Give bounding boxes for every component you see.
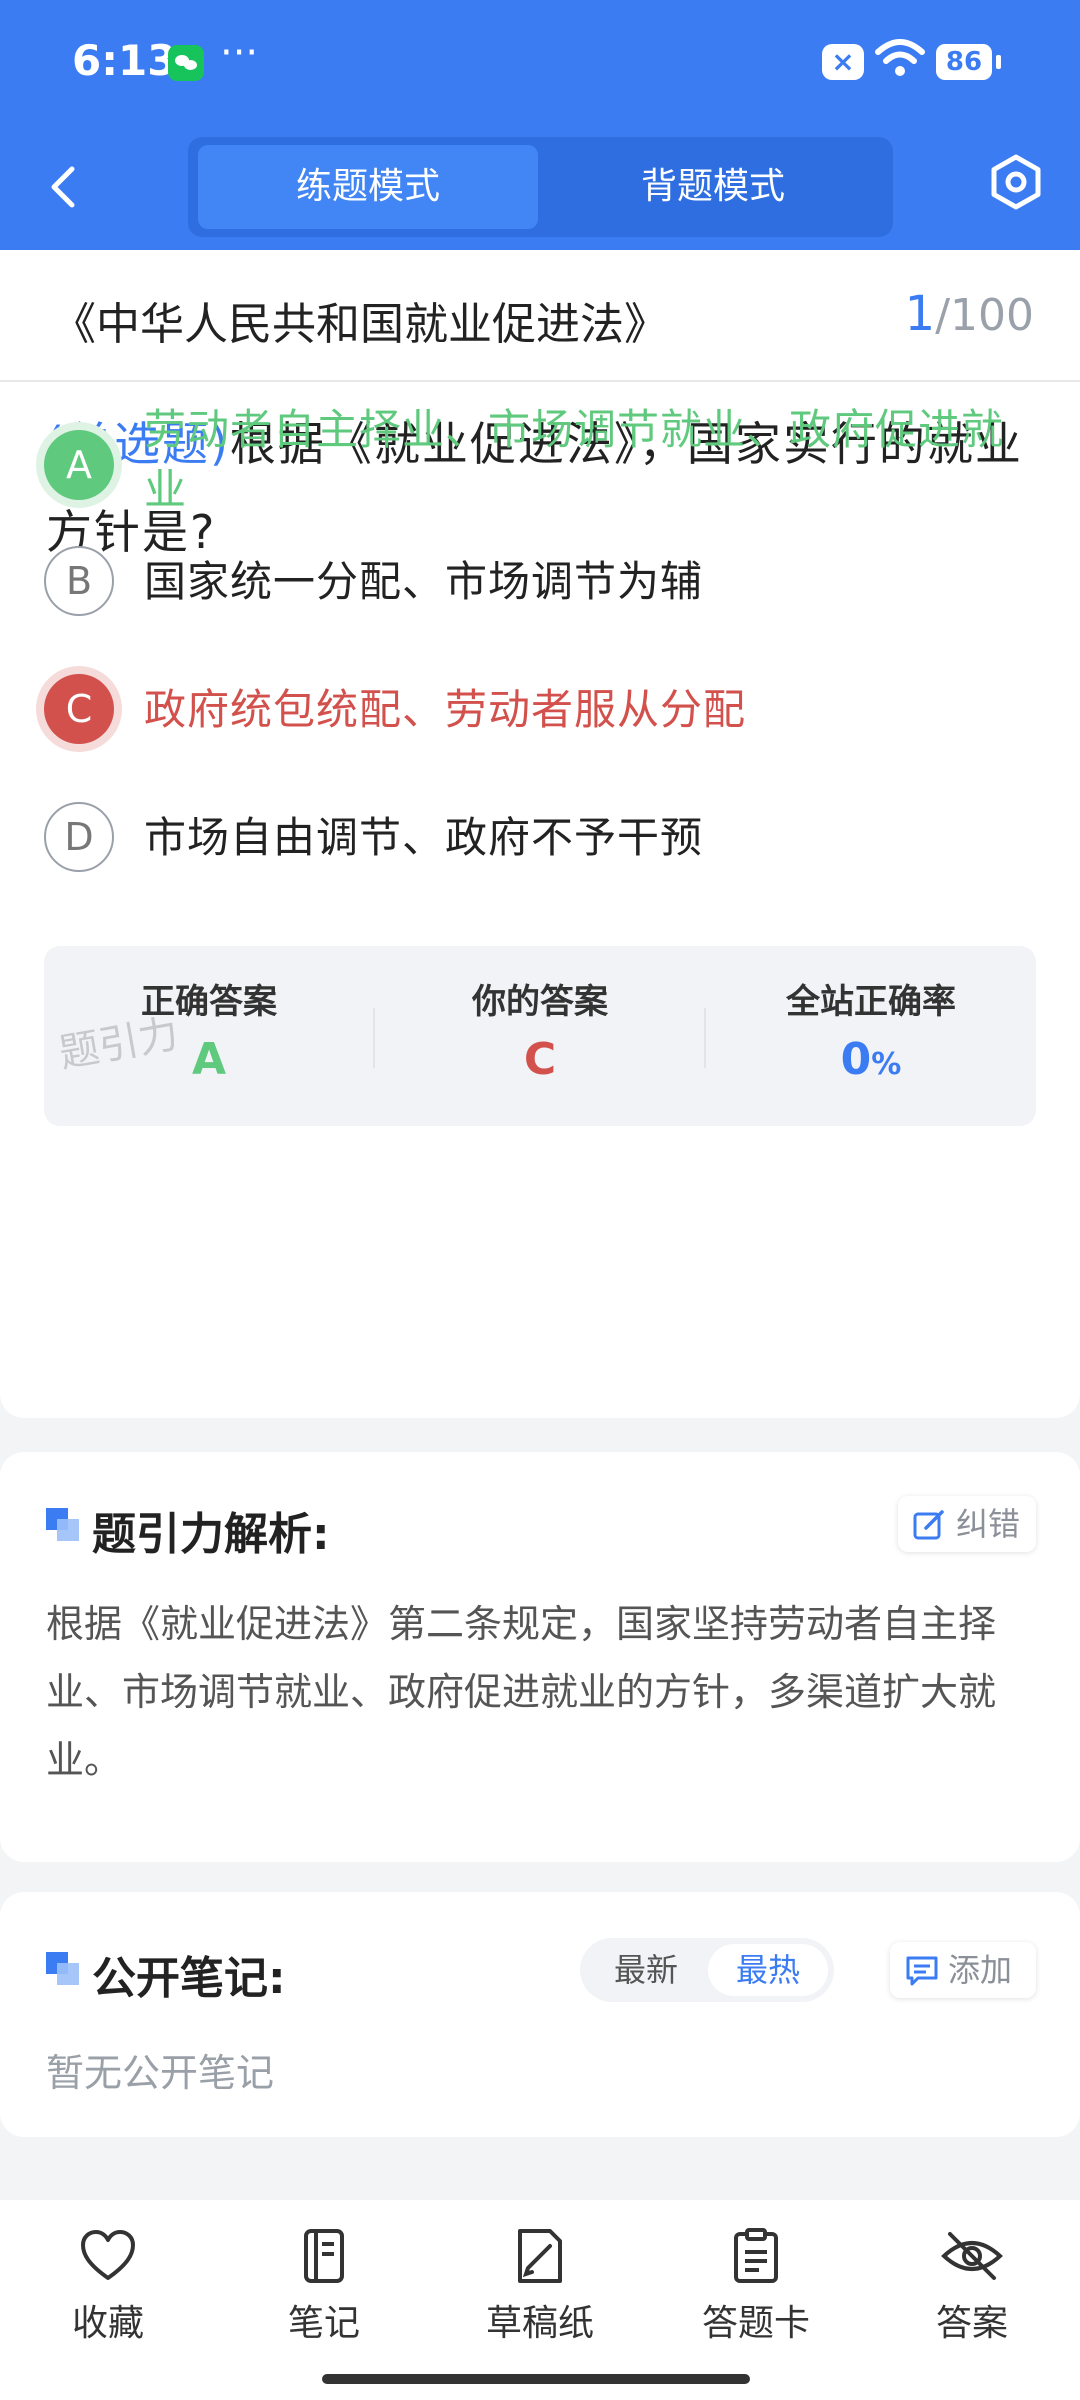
- show-answer-label: 答案: [935, 2303, 1008, 2344]
- option-d[interactable]: D 市场自由调节、政府不予干预: [40, 802, 1040, 882]
- site-accuracy-number: 0: [840, 1034, 872, 1085]
- question-card: 《中华人民共和国就业促进法》 1/100 (单选题)根据《就业促进法》，国家实行…: [0, 250, 1080, 1418]
- section-icon: [46, 1952, 80, 1986]
- battery-tip: [996, 55, 1001, 69]
- report-error-button[interactable]: 纠错: [898, 1496, 1036, 1552]
- chapter-header: 《中华人民共和国就业促进法》 1/100: [0, 250, 1080, 382]
- settings-icon[interactable]: [986, 152, 1046, 212]
- current-question-number: 1: [904, 286, 936, 342]
- notes-button[interactable]: 笔记: [244, 2228, 404, 2346]
- favorite-button[interactable]: 收藏: [28, 2228, 188, 2346]
- site-accuracy-value: 0%: [706, 1034, 1036, 1085]
- chapter-title: 《中华人民共和国就业促进法》: [52, 299, 668, 350]
- add-note-label: 添加: [948, 1951, 1013, 1989]
- comment-icon: [906, 1956, 938, 1986]
- no-sim-icon: ×: [822, 44, 864, 80]
- section-icon: [46, 1508, 80, 1542]
- wifi-icon: [875, 39, 925, 76]
- more-notifications-indicator: ···: [220, 30, 259, 76]
- home-indicator[interactable]: [322, 2374, 750, 2384]
- question-counter: 1/100: [905, 286, 1034, 342]
- option-letter: D: [44, 802, 114, 872]
- scratch-paper-label: 草稿纸: [485, 2303, 594, 2344]
- answer-sheet-label: 答题卡: [701, 2303, 810, 2344]
- eye-off-icon: [941, 2232, 1003, 2280]
- answer-sheet-button[interactable]: 答题卡: [676, 2228, 836, 2346]
- option-text: 国家统一分配、市场调节为辅: [144, 557, 704, 606]
- total-questions: /100: [935, 290, 1034, 341]
- draft-paper-icon: [518, 2229, 562, 2283]
- battery-icon: 86: [936, 44, 992, 80]
- option-text: 市场自由调节、政府不予干预: [144, 813, 704, 862]
- bottom-toolbar: 收藏 笔记 草稿纸 答题卡 答案: [0, 2200, 1080, 2400]
- your-answer-label: 你的答案: [472, 982, 608, 1022]
- tab-practice-mode[interactable]: 练题模式: [198, 145, 538, 229]
- answer-stats: 正确答案 A 你的答案 C 全站正确率 0%: [44, 946, 1036, 1126]
- your-answer-stat: 你的答案 C: [375, 946, 705, 1126]
- your-answer-value: C: [523, 1034, 557, 1085]
- tab-memorize-mode[interactable]: 背题模式: [543, 145, 883, 229]
- notes-empty-text: 暂无公开笔记: [46, 2051, 275, 2095]
- option-letter: A: [44, 430, 114, 500]
- notes-title: 公开笔记:: [92, 1953, 286, 2004]
- option-b[interactable]: B 国家统一分配、市场调节为辅: [40, 546, 1040, 626]
- status-time: 6:13: [72, 36, 177, 85]
- mode-switch: 练题模式 背题模式: [188, 137, 893, 237]
- clipboard-icon: [734, 2228, 778, 2283]
- favorite-label: 收藏: [71, 2303, 144, 2344]
- sort-hottest[interactable]: 最热: [708, 1944, 828, 1996]
- option-a[interactable]: A 劳动者自主择业、市场调节就业、政府促进就业: [40, 405, 1040, 532]
- option-text: 政府统包统配、劳动者服从分配: [144, 685, 747, 734]
- option-text: 劳动者自主择业、市场调节就业、政府促进就业: [144, 405, 1005, 514]
- scratch-paper-button[interactable]: 草稿纸: [460, 2228, 620, 2346]
- show-answer-button[interactable]: 答案: [892, 2228, 1052, 2346]
- analysis-text: 根据《就业促进法》第二条规定，国家坚持劳动者自主择业、市场调节就业、政府促进就业…: [46, 1602, 997, 1782]
- notes-card: 公开笔记: 最新 最热 添加 暂无公开笔记: [0, 1892, 1080, 2137]
- option-letter: B: [44, 546, 114, 616]
- analysis-card: 题引力解析: 纠错 根据《就业促进法》第二条规定，国家坚持劳动者自主择业、市场调…: [0, 1452, 1080, 1862]
- back-arrow-icon[interactable]: [40, 157, 90, 217]
- add-note-button[interactable]: 添加: [890, 1942, 1036, 1998]
- status-bar: 6:13 ··· × 86: [0, 0, 1080, 125]
- site-accuracy-stat: 全站正确率 0%: [706, 946, 1036, 1126]
- wechat-icon: [168, 45, 204, 81]
- notes-sort-toggle: 最新 最热: [580, 1938, 834, 2002]
- top-nav: 练题模式 背题模式: [0, 125, 1080, 250]
- heart-icon: [81, 2230, 135, 2280]
- report-error-label: 纠错: [956, 1505, 1021, 1543]
- edit-icon: [913, 1510, 944, 1540]
- option-letter: C: [44, 674, 114, 744]
- analysis-title: 题引力解析:: [92, 1509, 330, 1560]
- option-c[interactable]: C 政府统包统配、劳动者服从分配: [40, 674, 1040, 754]
- site-accuracy-label: 全站正确率: [786, 982, 956, 1022]
- sort-latest[interactable]: 最新: [586, 1944, 706, 1996]
- notes-label: 笔记: [287, 2303, 360, 2344]
- notebook-icon: [304, 2229, 344, 2283]
- site-accuracy-unit: %: [871, 1047, 902, 1082]
